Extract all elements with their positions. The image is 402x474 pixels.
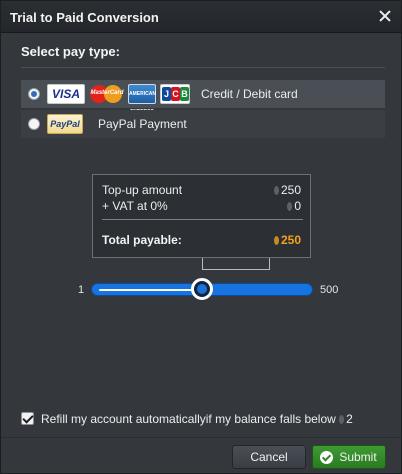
coin-icon	[273, 236, 279, 245]
cancel-button[interactable]: Cancel	[232, 445, 306, 469]
slider-fill	[99, 289, 203, 291]
refill-label: Refill my account automaticallyif my bal…	[41, 412, 353, 426]
refill-checkbox[interactable]	[21, 412, 34, 425]
radio-card[interactable]	[28, 88, 40, 100]
slider-max-label: 500	[320, 284, 339, 296]
check-icon	[320, 451, 333, 464]
dialog-title: Trial to Paid Conversion	[10, 10, 159, 25]
vat-value: 0	[287, 199, 301, 213]
amex-icon: AMERICAN EXPRESS	[128, 84, 156, 115]
pay-type-heading: Select pay type:	[21, 44, 120, 59]
pay-option-paypal[interactable]: PayPal PayPal Payment	[21, 110, 385, 138]
radio-paypal[interactable]	[28, 118, 40, 130]
conversion-dialog: Trial to Paid Conversion Select pay type…	[0, 0, 402, 474]
submit-label: Submit	[339, 450, 377, 464]
coin-icon	[339, 415, 345, 424]
close-icon[interactable]	[376, 7, 394, 25]
summary-divider	[102, 219, 303, 220]
amount-slider-thumb[interactable]	[190, 278, 213, 300]
mastercard-icon: MasterCard	[90, 84, 124, 104]
refill-option: Refill my account automaticallyif my bal…	[21, 411, 385, 427]
paypal-icon: PayPal	[47, 114, 83, 134]
pay-option-paypal-label: PayPal Payment	[98, 117, 187, 131]
payment-summary: Top-up amount 250 + VAT at 0% 0 Total pa…	[92, 174, 311, 258]
total-label: Total payable:	[102, 233, 182, 247]
divider	[21, 67, 385, 68]
coin-icon	[287, 202, 293, 211]
total-value: 250	[273, 233, 301, 247]
submit-button[interactable]: Submit	[312, 445, 386, 469]
pay-option-card-label: Credit / Debit card	[201, 87, 298, 101]
dialog-titlebar: Trial to Paid Conversion	[1, 1, 401, 33]
vat-label: + VAT at 0%	[102, 199, 168, 213]
topup-label: Top-up amount	[102, 183, 183, 197]
topup-value: 250	[273, 183, 301, 197]
summary-connector	[202, 258, 270, 270]
visa-icon: VISA	[47, 84, 85, 104]
refill-threshold: 2	[346, 412, 353, 426]
coin-icon	[273, 186, 279, 195]
footer-divider	[1, 437, 401, 438]
slider-min-label: 1	[78, 284, 85, 296]
jcb-icon: JCB	[160, 84, 190, 104]
pay-option-card[interactable]: VISA MasterCard AMERICAN EXPRESS JCB Cre…	[21, 80, 385, 115]
